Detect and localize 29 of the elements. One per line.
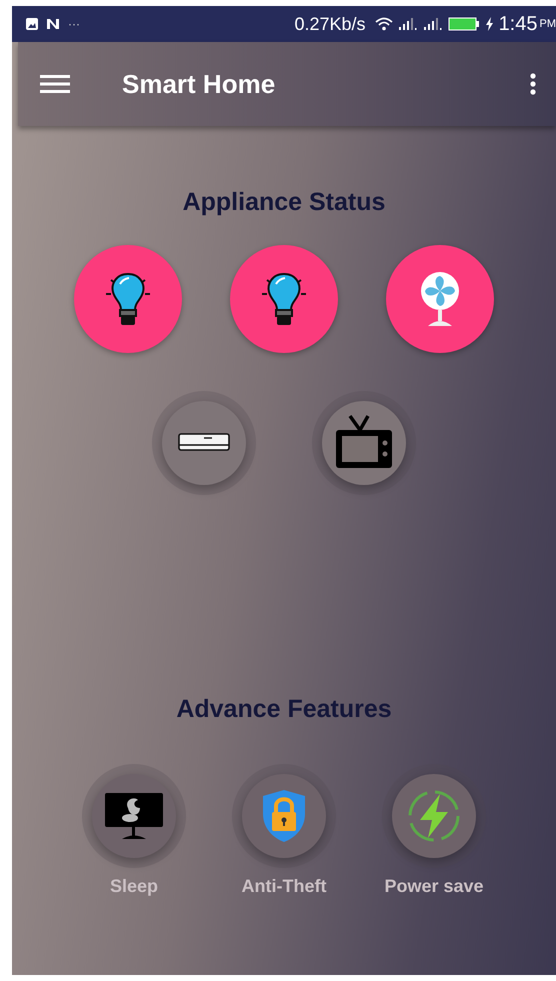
clock-period: PM	[540, 18, 556, 30]
lightning-icon	[406, 788, 462, 844]
air-conditioner-icon	[178, 433, 230, 453]
image-notification-icon	[26, 18, 38, 30]
feature-label: Power save	[384, 876, 484, 897]
feature-label: Anti-Theft	[242, 876, 326, 897]
charging-icon	[484, 17, 494, 31]
appliance-toggle[interactable]	[322, 401, 406, 485]
sleep-monitor-icon	[104, 792, 164, 840]
bulb-icon	[261, 270, 307, 328]
n-notification-icon	[46, 18, 60, 30]
network-speed: 0.27Kb/s	[294, 14, 366, 34]
appliance-toggle[interactable]	[162, 401, 246, 485]
feature-label: Sleep	[110, 876, 158, 897]
wifi-icon	[374, 17, 393, 31]
clock: 1:45	[498, 12, 538, 36]
overflow-menu-icon[interactable]	[530, 73, 536, 95]
signal-icon	[422, 17, 443, 31]
section-title: Appliance Status	[182, 188, 386, 217]
section-title: Advance Features	[176, 695, 392, 724]
app-title: Smart Home	[122, 68, 276, 100]
battery-icon	[448, 17, 480, 31]
shield-lock-icon	[261, 788, 307, 844]
bulb-icon	[105, 270, 151, 328]
more-notifications: ···	[68, 17, 80, 31]
feature-button[interactable]	[92, 774, 176, 858]
menu-icon[interactable]	[40, 74, 70, 94]
signal-icon	[398, 17, 418, 31]
fan-icon	[418, 271, 462, 327]
